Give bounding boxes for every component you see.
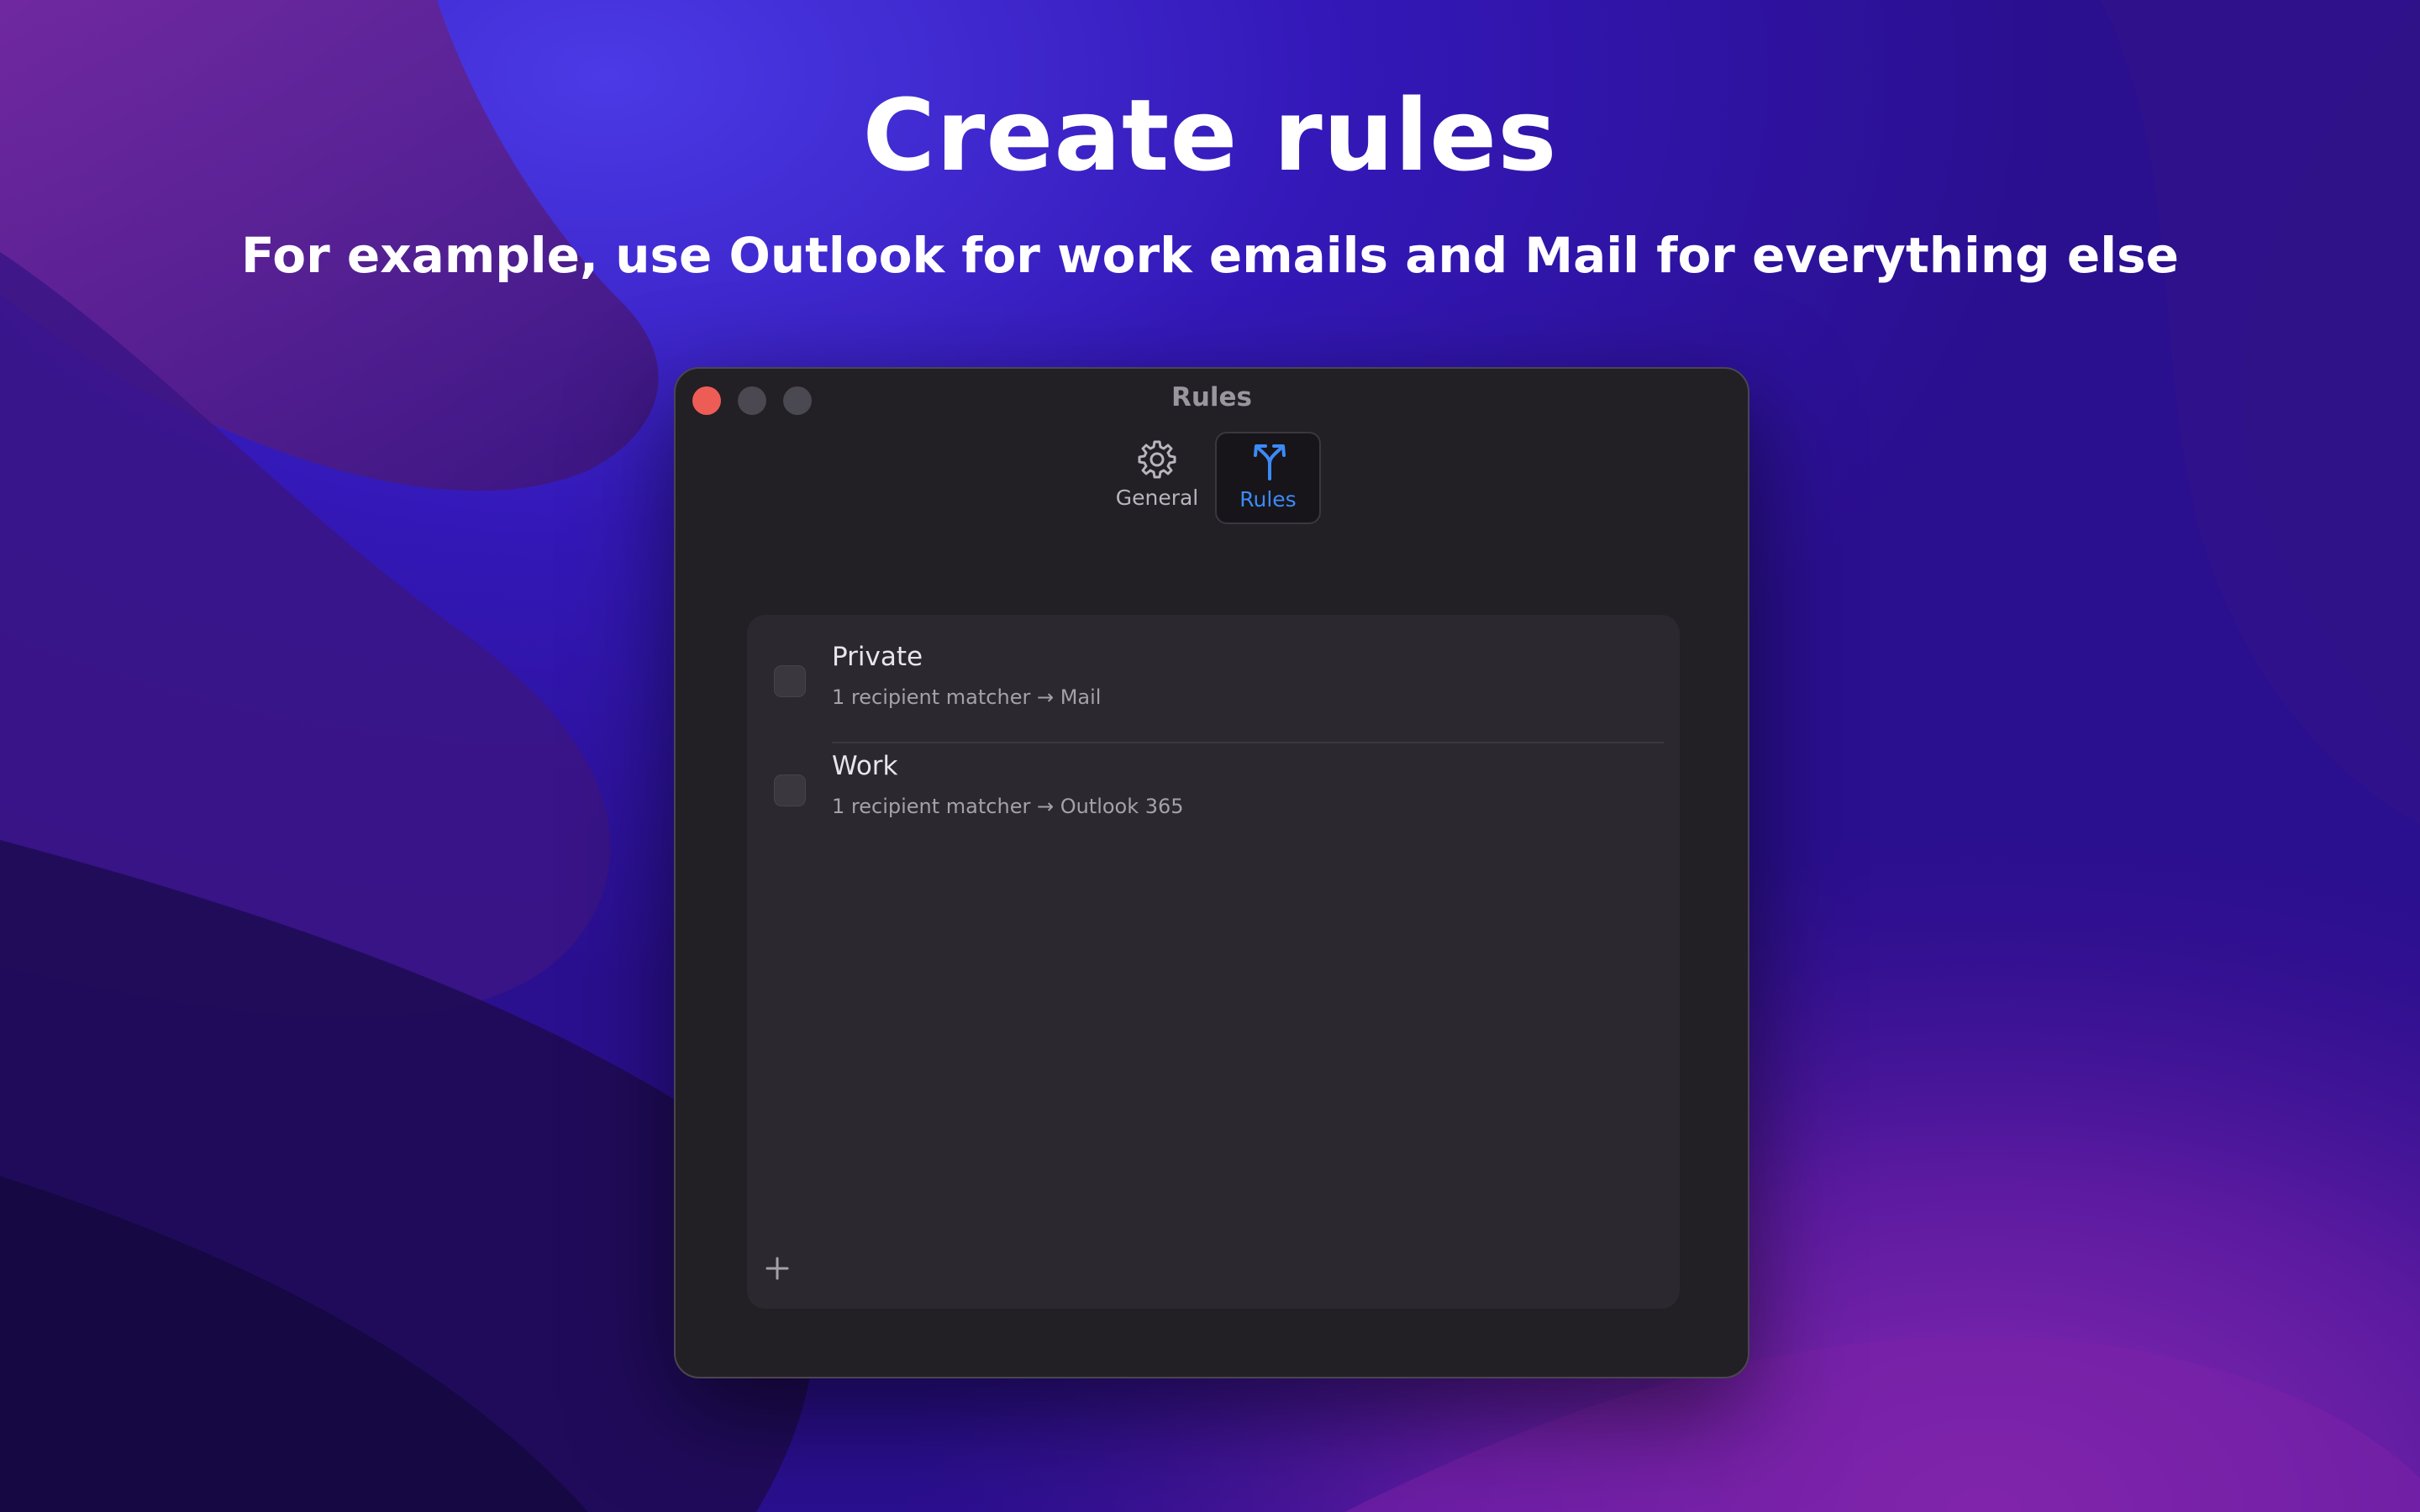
window-title: Rules xyxy=(1171,382,1253,412)
tab-rules[interactable]: Rules xyxy=(1215,432,1321,524)
rule-name: Private xyxy=(832,642,923,672)
add-rule-button[interactable] xyxy=(760,1252,794,1285)
gear-icon xyxy=(1138,440,1176,479)
rule-description: 1 recipient matcher → Mail xyxy=(832,685,1102,709)
tab-general[interactable]: General xyxy=(1104,432,1210,524)
tab-general-label: General xyxy=(1115,486,1199,510)
promo-title: Create rules xyxy=(862,77,1558,193)
tab-rules-label: Rules xyxy=(1239,487,1297,512)
plus-icon xyxy=(765,1257,789,1280)
promo-subtitle: For example, use Outlook for work emails… xyxy=(241,227,2179,284)
rule-row-work[interactable]: Work 1 recipient matcher → Outlook 365 xyxy=(747,738,1680,845)
rule-name: Work xyxy=(832,751,898,781)
fork-arrows-icon xyxy=(1254,444,1286,480)
rule-enabled-checkbox[interactable] xyxy=(774,665,806,697)
rule-enabled-checkbox[interactable] xyxy=(774,774,806,806)
rules-list: Private 1 recipient matcher → Mail Work … xyxy=(747,615,1680,1309)
preferences-window: Rules General Rules Private 1 recipient xyxy=(674,367,1749,1378)
rule-description: 1 recipient matcher → Outlook 365 xyxy=(832,795,1184,818)
rule-row-private[interactable]: Private 1 recipient matcher → Mail xyxy=(747,628,1680,743)
